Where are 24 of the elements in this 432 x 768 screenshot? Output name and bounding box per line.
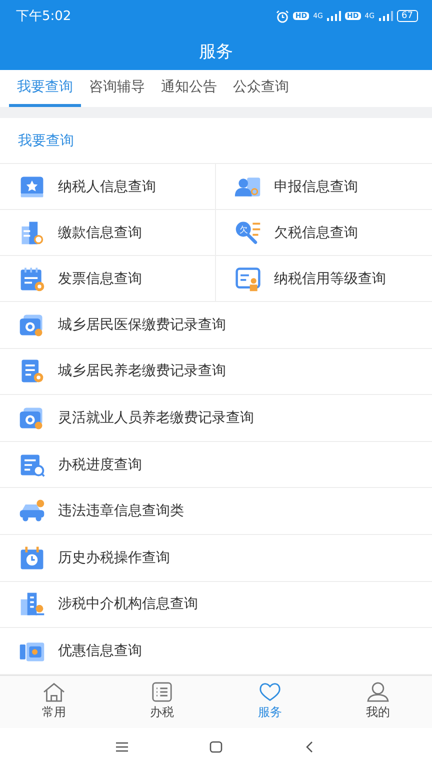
signal-icon <box>326 11 341 21</box>
grid-item[interactable]: 发票信息查询 <box>0 256 216 302</box>
menu-icon[interactable] <box>115 740 129 754</box>
tab[interactable]: 咨询辅导 <box>81 70 153 107</box>
tab[interactable]: 我要查询 <box>9 70 81 107</box>
heart-icon <box>258 682 282 702</box>
signal-icon <box>378 11 393 21</box>
page-title: 服务 <box>199 40 233 62</box>
person-icon <box>366 682 390 702</box>
nav-tab[interactable]: 我的 <box>324 676 432 728</box>
status-time: 下午5:02 <box>16 8 72 25</box>
section-title: 我要查询 <box>18 132 74 150</box>
grid-item[interactable]: 缴款信息查询 <box>0 210 216 256</box>
list-icon <box>150 682 174 702</box>
battery-indicator: 67 <box>396 10 418 22</box>
nav-tab[interactable]: 常用 <box>0 676 108 728</box>
nav-tab[interactable]: 办税 <box>108 676 216 728</box>
home-button-icon[interactable] <box>209 740 223 754</box>
tab[interactable]: 公众查询 <box>225 70 297 107</box>
alarm-icon <box>276 10 290 22</box>
certificate-icon <box>234 264 262 292</box>
tab[interactable]: 通知公告 <box>153 70 225 107</box>
grid-item[interactable]: 纳税人信息查询 <box>0 164 216 210</box>
home-icon <box>42 682 66 702</box>
